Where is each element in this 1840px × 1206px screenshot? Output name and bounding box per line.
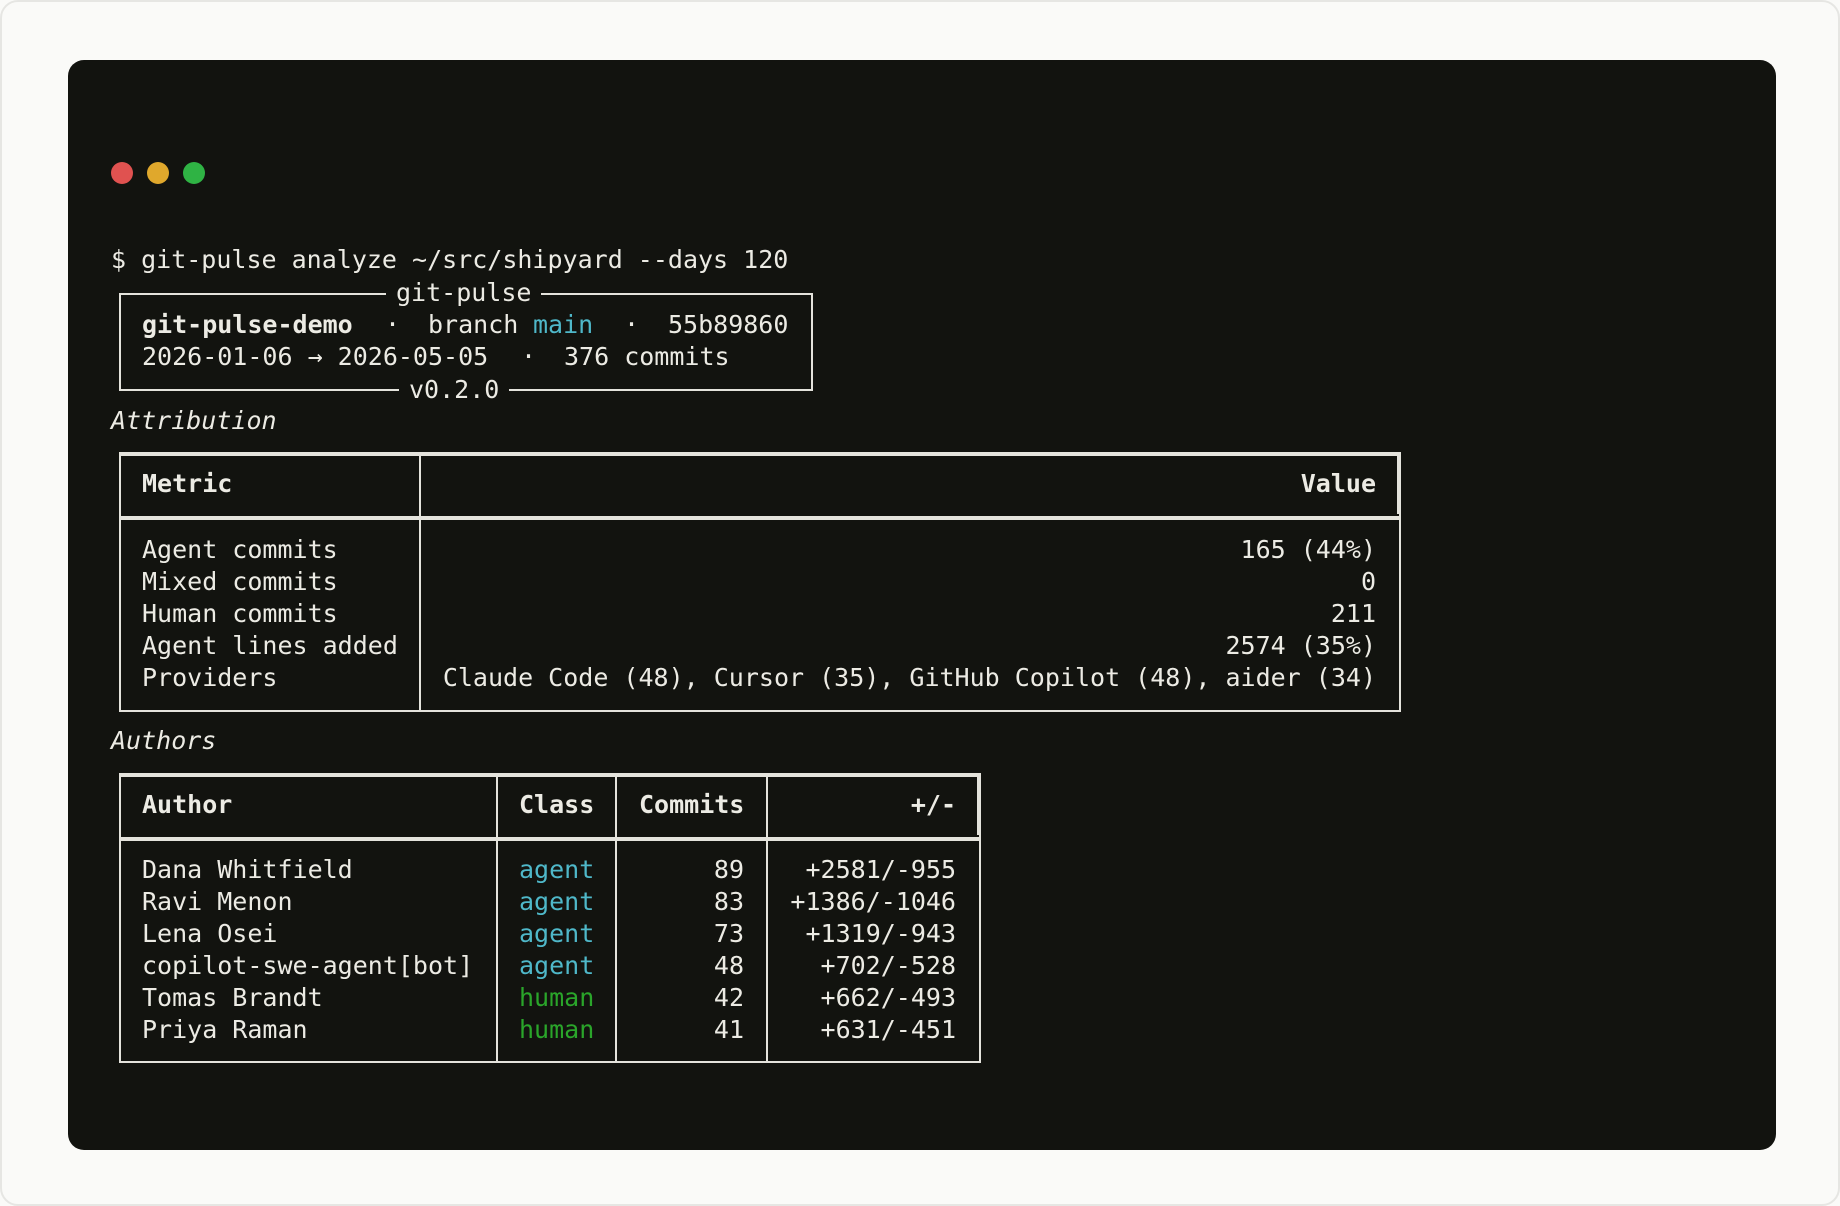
separator: · <box>521 342 537 371</box>
header-panel-version: v0.2.0 <box>399 374 510 406</box>
author-delta: +702/-528 <box>820 951 956 980</box>
column-header-delta: +/- <box>910 790 956 819</box>
commit-hash: 55b89860 <box>668 310 789 339</box>
metric-label: Mixed commits <box>142 567 338 596</box>
table-border <box>1397 452 1399 514</box>
metric-value: 211 <box>1330 599 1376 628</box>
author-commits: 42 <box>713 983 744 1012</box>
author-class: human <box>519 983 595 1012</box>
author-name: Priya Raman <box>142 1015 308 1044</box>
author-commits: 41 <box>713 1015 744 1044</box>
author-delta: +662/-493 <box>820 983 956 1012</box>
header-panel-title: git-pulse <box>386 277 542 309</box>
header-divider <box>119 837 981 841</box>
author-delta: +1386/-1046 <box>790 887 956 916</box>
commit-count: 376 commits <box>564 342 730 371</box>
author-class: agent <box>519 919 595 948</box>
column-divider <box>496 773 498 1063</box>
column-divider <box>419 452 421 712</box>
header-divider <box>119 516 1401 520</box>
separator: · <box>385 310 401 339</box>
author-name: Lena Osei <box>142 919 278 948</box>
column-divider <box>615 773 617 1063</box>
author-name: Ravi Menon <box>142 887 293 916</box>
column-header-commits: Commits <box>639 790 745 819</box>
column-header-class: Class <box>519 790 595 819</box>
command-line: $ git-pulse analyze ~/src/shipyard --day… <box>111 245 789 274</box>
author-delta: +631/-451 <box>820 1015 956 1044</box>
metric-value: Claude Code (48), Cursor (35), GitHub Co… <box>442 663 1376 692</box>
authors-title: Authors <box>111 726 217 755</box>
branch-label: branch <box>428 310 519 339</box>
author-class: agent <box>519 887 595 916</box>
column-header-metric: Metric <box>142 469 233 498</box>
screenshot-frame: $ git-pulse analyze ~/src/shipyard --day… <box>0 0 1840 1206</box>
author-class: agent <box>519 855 595 884</box>
separator: · <box>624 310 640 339</box>
table-border <box>119 775 981 777</box>
column-header-value: Value <box>1300 469 1376 498</box>
author-name: Dana Whitfield <box>142 855 353 884</box>
author-name: copilot-swe-agent[bot] <box>142 951 474 980</box>
author-delta: +1319/-943 <box>805 919 956 948</box>
table-border <box>119 454 1401 456</box>
author-commits: 89 <box>713 855 744 884</box>
metric-value: 165 (44%) <box>1240 535 1376 564</box>
metric-label: Human commits <box>142 599 338 628</box>
table-border <box>977 773 979 835</box>
close-window-button[interactable] <box>111 162 133 184</box>
author-class: agent <box>519 951 595 980</box>
maximize-window-button[interactable] <box>183 162 205 184</box>
column-header-author: Author <box>142 790 233 819</box>
author-delta: +2581/-955 <box>805 855 956 884</box>
minimize-window-button[interactable] <box>147 162 169 184</box>
author-name: Tomas Brandt <box>142 983 323 1012</box>
attribution-title: Attribution <box>111 406 277 435</box>
author-class: human <box>519 1015 595 1044</box>
metric-value: 0 <box>1360 567 1376 596</box>
metric-label: Agent commits <box>142 535 338 564</box>
column-divider <box>766 773 768 1063</box>
author-commits: 83 <box>713 887 744 916</box>
terminal-window: $ git-pulse analyze ~/src/shipyard --day… <box>68 60 1776 1150</box>
metric-label: Providers <box>142 663 278 692</box>
metric-value: 2574 (35%) <box>1225 631 1376 660</box>
repo-name: git-pulse-demo <box>142 310 353 339</box>
author-commits: 73 <box>713 919 744 948</box>
metric-label: Agent lines added <box>142 631 398 660</box>
date-range: 2026-01-06 → 2026-05-05 <box>142 342 489 371</box>
author-commits: 48 <box>713 951 744 980</box>
branch-name: main <box>533 310 594 339</box>
